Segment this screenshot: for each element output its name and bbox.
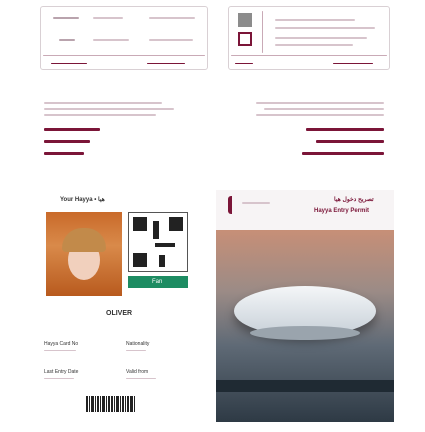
title-line [44, 128, 100, 131]
text-line [235, 63, 253, 64]
role-bar: Fan [128, 276, 188, 288]
card-header: Your Hayya • هيا [60, 197, 105, 203]
fan-card: Your Hayya • هيا Fan OLIVER Hayya Card N… [40, 190, 212, 422]
building-icon [238, 13, 252, 27]
left-info-panel [40, 94, 212, 184]
field-value [126, 378, 156, 379]
text-line [256, 114, 384, 116]
barcode[interactable] [86, 396, 156, 412]
title-line [44, 140, 90, 143]
text-line [44, 108, 174, 110]
permit-arabic-title: تصريح دخول هيا [334, 197, 374, 203]
qr-code[interactable] [128, 212, 188, 272]
stadium-image [216, 230, 394, 422]
text-line [275, 27, 375, 29]
text-line [275, 37, 367, 39]
hayya-logo [228, 196, 238, 214]
title-line [306, 128, 384, 131]
title-line [44, 152, 84, 155]
title-line [302, 152, 384, 155]
text-line [333, 63, 373, 64]
text-line [147, 63, 185, 64]
qr-finder [133, 217, 147, 231]
qr-module [155, 243, 175, 247]
text-line [93, 39, 129, 41]
stadium-base [250, 326, 360, 340]
text-line [275, 19, 355, 21]
text-line [149, 39, 193, 41]
qr-module [159, 255, 165, 267]
vertical-divider [262, 11, 263, 53]
text-line [275, 44, 353, 46]
text-line [44, 114, 156, 116]
qr-finder [169, 217, 183, 231]
hair [62, 228, 106, 252]
user-photo [46, 212, 122, 296]
qr-finder [133, 253, 147, 267]
field-value [126, 350, 146, 351]
title-line [316, 140, 384, 143]
role-label: Fan [152, 279, 163, 285]
field-label: Nationality [126, 341, 150, 347]
text-line [256, 102, 384, 104]
top-left-card [40, 6, 208, 70]
right-info-panel [226, 94, 392, 184]
text-line [264, 108, 384, 110]
logo-text [242, 202, 270, 204]
qr-module [153, 221, 159, 239]
field-label: Hayya Card No [44, 341, 79, 347]
text-line [149, 17, 195, 19]
top-right-card [228, 6, 390, 70]
permit-card: تصريح دخول هيا Hayya Entry Permit [216, 190, 394, 422]
text-line [53, 17, 79, 19]
text-line [44, 102, 162, 104]
field-label: Valid from [126, 369, 149, 375]
text-line [93, 17, 123, 19]
holder-name: OLIVER [106, 310, 133, 317]
field-label: Last Entry Date [44, 369, 79, 375]
field-value [44, 378, 74, 379]
text-line [51, 63, 87, 64]
divider [43, 55, 205, 56]
permit-title: Hayya Entry Permit [314, 208, 370, 214]
road [216, 380, 394, 392]
text-line [59, 39, 75, 41]
building-icon [238, 32, 252, 46]
field-value [44, 350, 76, 351]
divider [231, 55, 387, 56]
